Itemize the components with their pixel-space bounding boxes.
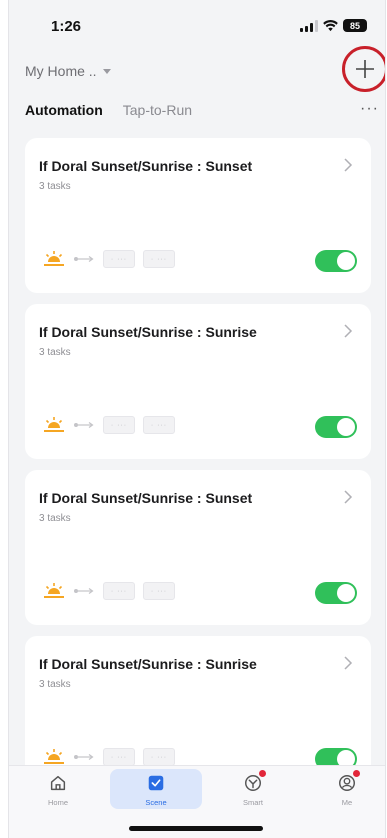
chevron-right-icon [344, 158, 353, 172]
scene-tabs: Automation Tap-to-Run [25, 102, 192, 118]
task-device-icon: · ··· [103, 250, 135, 268]
status-time: 1:26 [51, 18, 82, 35]
automation-enable-toggle[interactable] [315, 250, 357, 272]
chevron-right-icon [344, 490, 353, 504]
plus-icon [356, 60, 374, 78]
chevron-right-icon [344, 324, 353, 338]
automation-list: If Doral Sunset/Sunrise : Sunset 3 tasks… [25, 138, 371, 802]
chevron-right-icon [344, 656, 353, 670]
sunset-sunrise-icon [44, 251, 64, 266]
tabbar-item-scene[interactable]: Scene [121, 772, 191, 807]
automation-title: If Doral Sunset/Sunrise : Sunrise [39, 656, 257, 672]
automation-title: If Doral Sunset/Sunrise : Sunset [39, 158, 253, 174]
automation-flow: · ··· · ··· [43, 748, 175, 766]
automation-card[interactable]: If Doral Sunset/Sunrise : Sunset 3 tasks… [25, 138, 371, 293]
smart-icon [242, 770, 266, 794]
me-badge [353, 770, 360, 777]
home-icon [47, 772, 69, 794]
tabbar-label-home: Home [47, 798, 68, 807]
tabbar-item-smart[interactable]: Smart [218, 770, 288, 807]
smart-badge [259, 770, 266, 777]
automation-enable-toggle[interactable] [315, 416, 357, 438]
home-selector[interactable]: My Home .. [25, 63, 111, 79]
automation-task-count: 3 tasks [39, 347, 71, 358]
automation-card[interactable]: If Doral Sunset/Sunrise : Sunrise 3 task… [25, 304, 371, 459]
profile-icon [336, 770, 360, 794]
caret-down-icon [102, 68, 111, 74]
task-device-icon: · ··· [143, 582, 175, 600]
sunset-sunrise-icon [44, 583, 64, 598]
home-selector-label: My Home .. [25, 63, 97, 79]
automation-task-count: 3 tasks [39, 181, 71, 192]
automation-task-count: 3 tasks [39, 513, 71, 524]
tabbar-label-me: Me [341, 798, 353, 807]
task-device-icon: · ··· [143, 748, 175, 766]
sunset-sunrise-icon [44, 749, 64, 764]
tabbar-label-scene: Scene [145, 798, 167, 807]
arrow-right-icon [74, 256, 94, 262]
automation-task-count: 3 tasks [39, 679, 71, 690]
battery-icon: 85 [343, 19, 367, 32]
task-device-icon: · ··· [103, 748, 135, 766]
automation-flow: · ··· · ··· [43, 582, 175, 600]
automation-card[interactable]: If Doral Sunset/Sunrise : Sunset 3 tasks… [25, 470, 371, 625]
automation-title: If Doral Sunset/Sunrise : Sunrise [39, 324, 257, 340]
automation-enable-toggle[interactable] [315, 582, 357, 604]
tabbar-item-me[interactable]: Me [312, 770, 382, 807]
tabbar-item-home[interactable]: Home [23, 772, 93, 807]
home-indicator [129, 826, 263, 831]
scene-icon [145, 772, 167, 794]
status-bar: 1:26 85 [9, 0, 385, 48]
tab-tap-to-run[interactable]: Tap-to-Run [123, 102, 192, 118]
task-device-icon: · ··· [143, 416, 175, 434]
automation-flow: · ··· · ··· [43, 416, 175, 434]
task-device-icon: · ··· [103, 416, 135, 434]
status-icons: 85 [300, 19, 367, 32]
sunset-sunrise-icon [44, 417, 64, 432]
more-options-button[interactable]: ··· [360, 100, 379, 118]
task-device-icon: · ··· [103, 582, 135, 600]
automation-flow: · ··· · ··· [43, 250, 175, 268]
automation-title: If Doral Sunset/Sunrise : Sunset [39, 490, 253, 506]
arrow-right-icon [74, 754, 94, 760]
arrow-right-icon [74, 588, 94, 594]
arrow-right-icon [74, 422, 94, 428]
tabbar-label-smart: Smart [242, 798, 263, 807]
task-device-icon: · ··· [143, 250, 175, 268]
cellular-signal-icon [300, 19, 318, 32]
wifi-icon [323, 19, 338, 31]
add-scene-button[interactable] [342, 46, 385, 92]
scene-screen: 1:26 85 My Home .. Automation Tap-to-Run… [8, 0, 386, 838]
tab-automation[interactable]: Automation [25, 102, 103, 118]
